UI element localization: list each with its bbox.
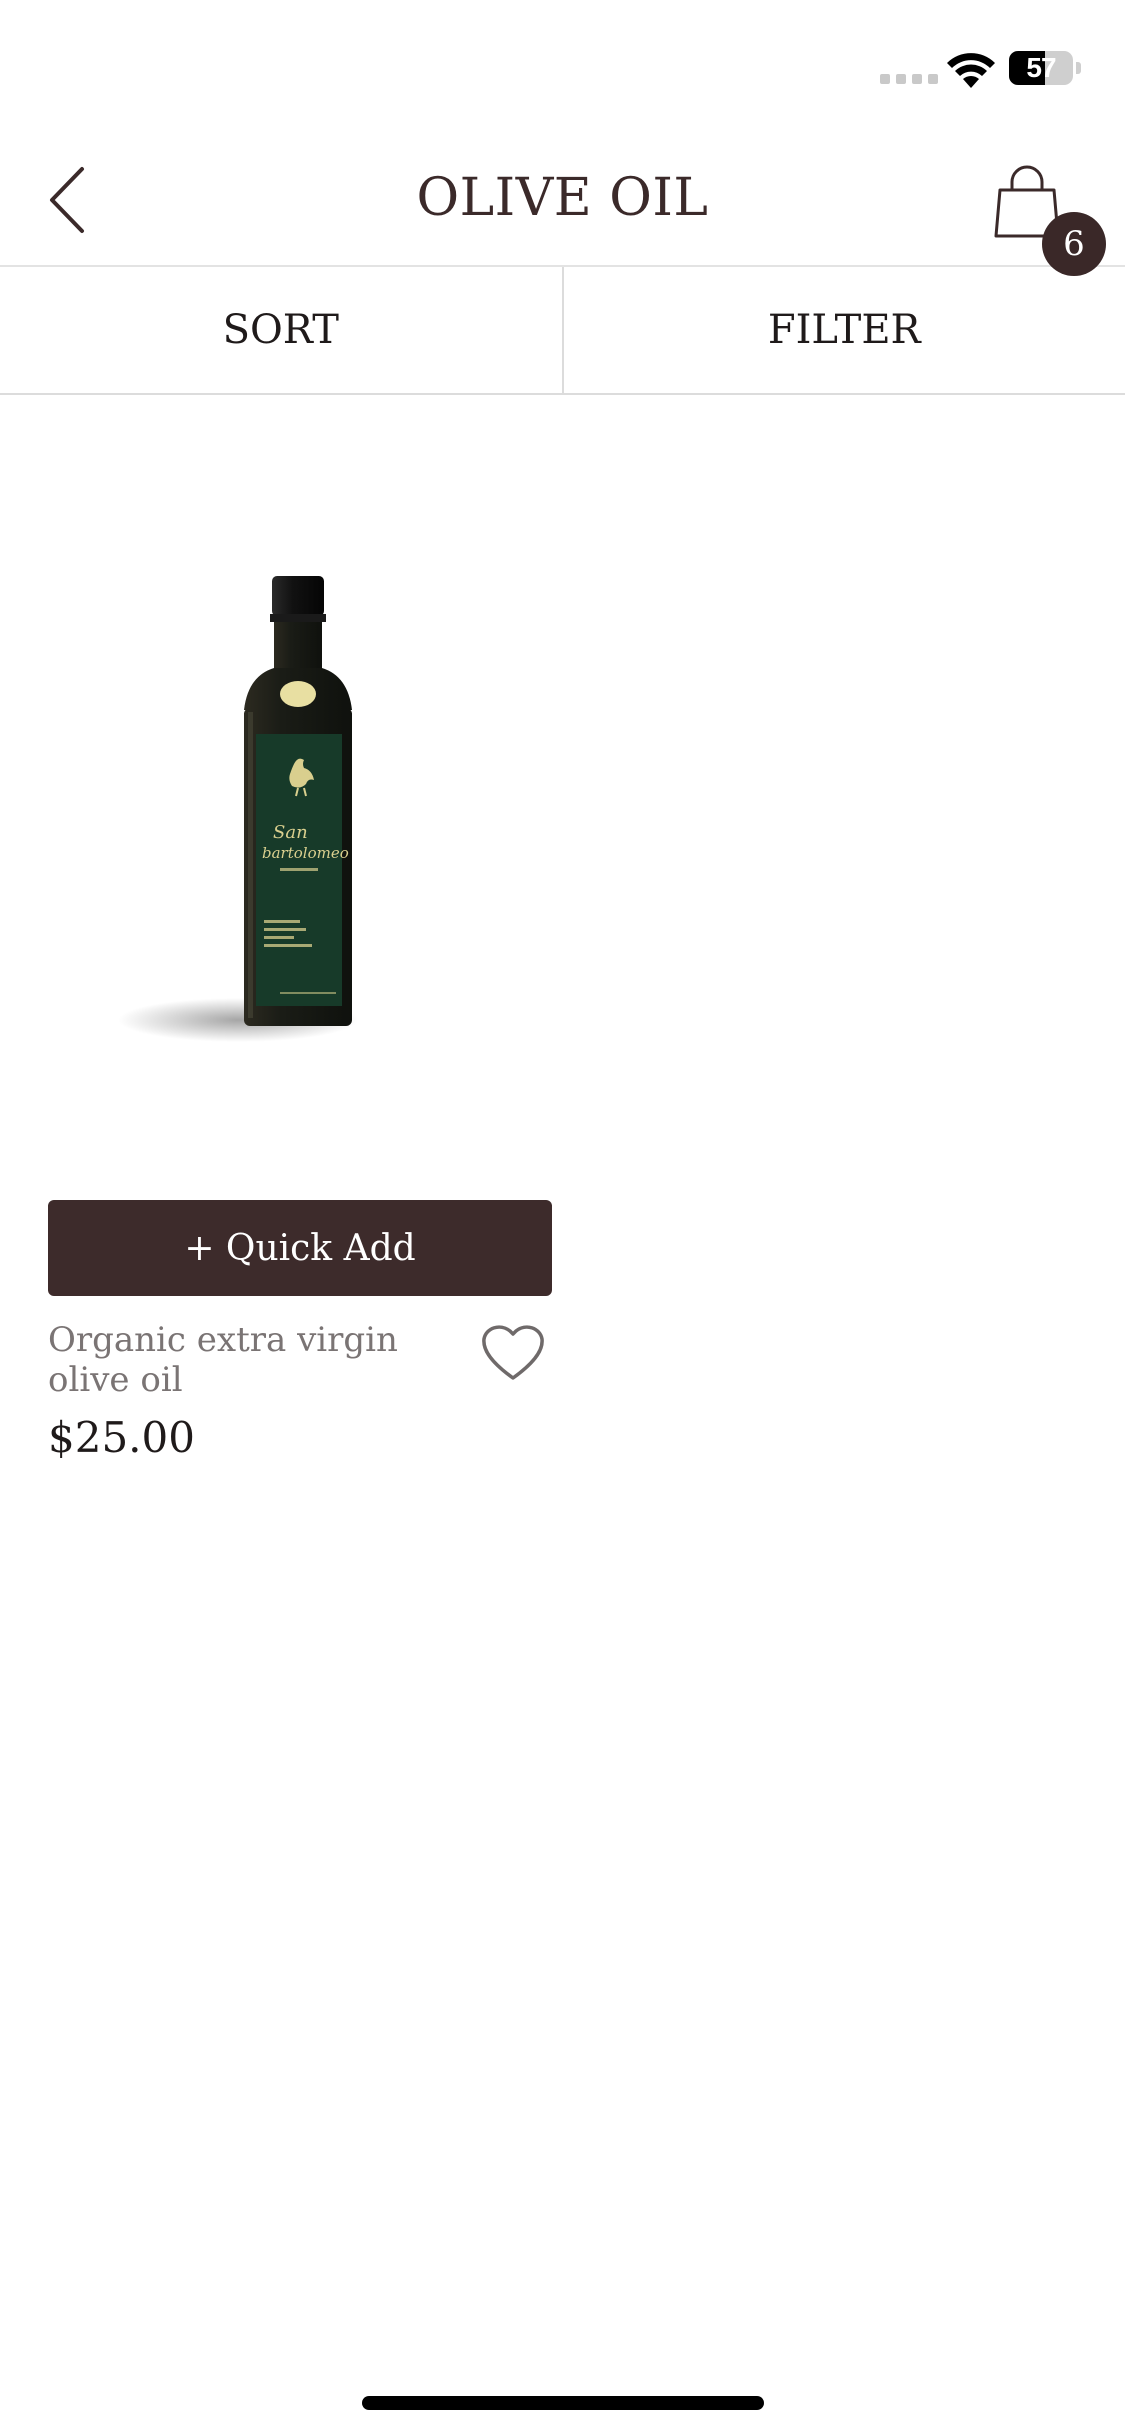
header: OLIVE OIL 6 [0,140,1125,276]
bottle-brand-subtext: bartolomeo [262,844,349,862]
battery-icon: 57 [1009,51,1073,85]
filter-button[interactable]: FILTER [564,267,1125,393]
bottle-brand-text: San [273,822,308,843]
product-price: $25.00 [48,1413,195,1462]
sort-filter-bar: SORT FILTER [0,267,1125,395]
product-card: San bartolomeo + Quick Add Organic extra… [48,500,552,1462]
wishlist-button[interactable] [480,1322,546,1382]
olive-oil-bottle-image: San bartolomeo [118,576,358,1042]
status-bar: 57 [0,0,1125,140]
product-image[interactable]: San bartolomeo [48,500,552,1100]
home-indicator[interactable] [362,2396,764,2410]
cart-button[interactable]: 6 [988,160,1108,276]
battery-percent: 57 [1026,52,1056,83]
product-name[interactable]: Organic extra virgin olive oil [48,1320,428,1400]
battery-nub [1076,62,1081,74]
wifi-icon [947,53,995,88]
page-title: OLIVE OIL [416,168,709,228]
sort-button[interactable]: SORT [0,267,564,393]
signal-icon [880,74,938,84]
heart-icon [482,1325,544,1380]
quick-add-button[interactable]: + Quick Add [48,1200,552,1296]
